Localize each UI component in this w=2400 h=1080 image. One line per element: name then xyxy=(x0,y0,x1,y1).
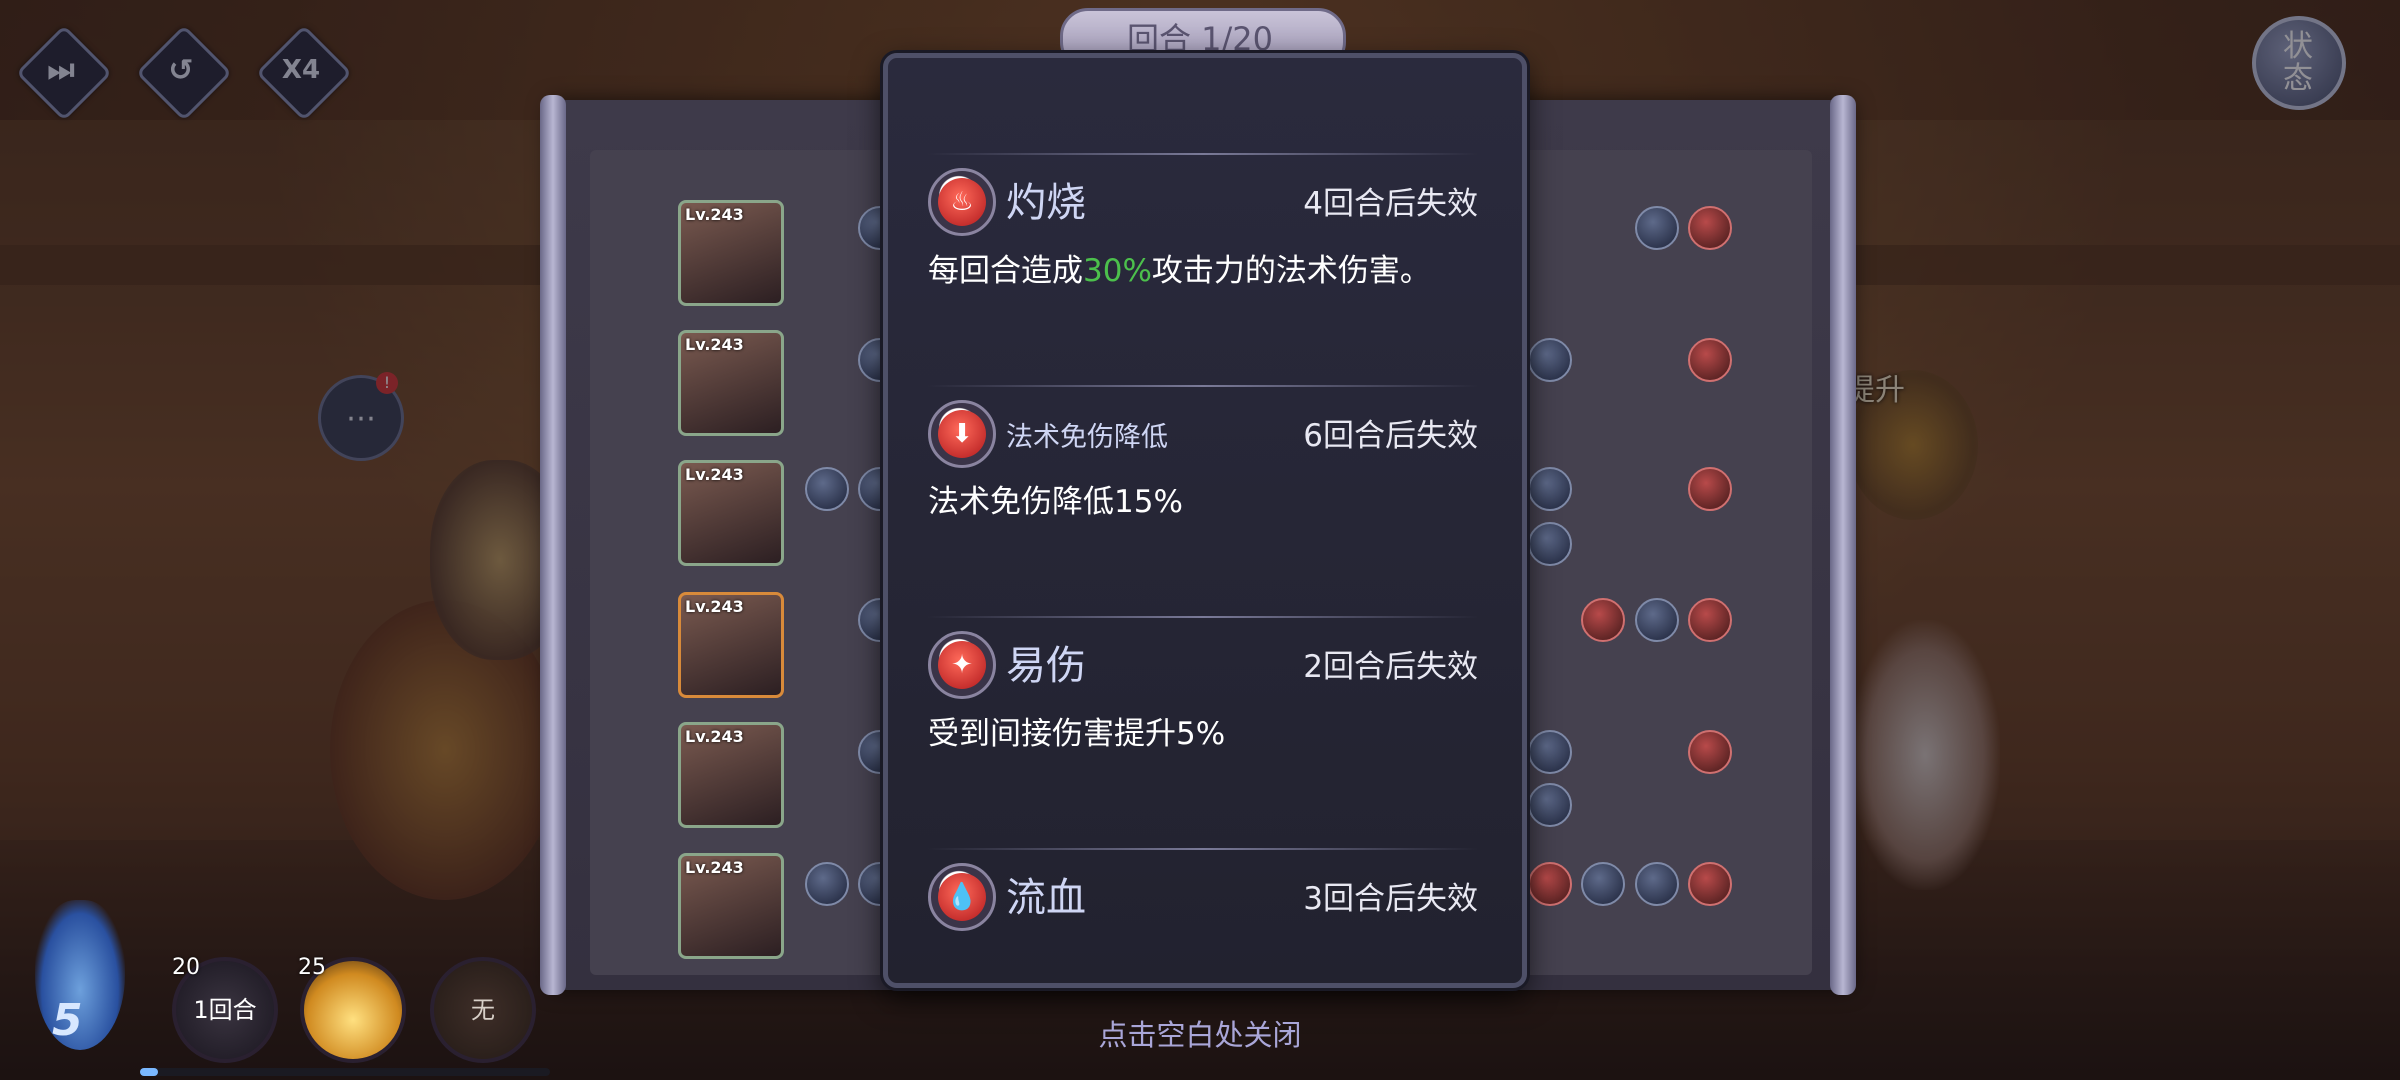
buff-name: 法术免伤降低 xyxy=(1006,422,1168,453)
status-effect-icon[interactable] xyxy=(1688,862,1732,906)
buff-duration: 4回合后失效 xyxy=(1303,186,1478,222)
status-effect-icon[interactable] xyxy=(1528,862,1572,906)
buff-description: 法术免伤降低15% xyxy=(928,484,1183,520)
scroll-rod-right xyxy=(1830,95,1856,995)
hero-portrait-5[interactable]: Lv.243 xyxy=(678,722,784,828)
status-effect-icon[interactable] xyxy=(1635,598,1679,642)
status-effect-icon[interactable] xyxy=(1635,862,1679,906)
buff-duration: 6回合后失效 xyxy=(1303,418,1478,454)
status-effect-icon[interactable] xyxy=(1528,783,1572,827)
hero-portrait-6[interactable]: Lv.243 xyxy=(678,853,784,959)
hero-level: Lv.243 xyxy=(685,465,744,484)
energy-bar-fill xyxy=(140,1068,158,1076)
status-effect-icon[interactable] xyxy=(1528,522,1572,566)
status-effect-icon[interactable] xyxy=(1688,338,1732,382)
scroll-rod-left xyxy=(540,95,566,995)
status-effect-icon[interactable] xyxy=(1528,730,1572,774)
buff-name: 易伤 xyxy=(1006,643,1086,689)
status-effect-icon[interactable] xyxy=(1528,338,1572,382)
buff-duration: 3回合后失效 xyxy=(1303,881,1478,917)
hero-portrait-3[interactable]: Lv.243 xyxy=(678,460,784,566)
divider xyxy=(928,153,1478,155)
status-effect-icon[interactable] xyxy=(805,467,849,511)
buff-name: 流血 xyxy=(1006,875,1086,921)
hero-level: Lv.243 xyxy=(685,335,744,354)
bleed-icon: 💧 xyxy=(928,863,996,931)
status-effect-icon[interactable] xyxy=(1688,206,1732,250)
hero-level: Lv.243 xyxy=(685,597,744,616)
buff-description: 每回合造成30%攻击力的法术伤害。 xyxy=(928,253,1431,289)
buff-description: 受到间接伤害提升5% xyxy=(928,716,1226,752)
status-effect-icon[interactable] xyxy=(1581,598,1625,642)
burn-icon: ♨ xyxy=(928,168,996,236)
close-hint[interactable]: 点击空白处关闭 xyxy=(1085,1012,1315,1054)
buff-detail-popup[interactable]: ♨ 灼烧 4回合后失效 每回合造成30%攻击力的法术伤害。 ⬇ 法术免伤降低 6… xyxy=(883,53,1527,988)
hero-portrait-2[interactable]: Lv.243 xyxy=(678,330,784,436)
status-effect-icon[interactable] xyxy=(1688,467,1732,511)
energy-bar xyxy=(140,1068,550,1076)
status-effect-icon[interactable] xyxy=(805,862,849,906)
skill-label-3: 无 xyxy=(471,996,495,1024)
divider xyxy=(928,616,1478,618)
skill-cost-1: 20 xyxy=(172,955,200,980)
spirit-fire-count: 5 xyxy=(52,995,83,1046)
status-effect-icon[interactable] xyxy=(1581,862,1625,906)
buff-duration: 2回合后失效 xyxy=(1303,649,1478,685)
status-effect-icon[interactable] xyxy=(1688,730,1732,774)
hero-portrait-4[interactable]: Lv.243 xyxy=(678,592,784,698)
hero-level: Lv.243 xyxy=(685,205,744,224)
divider xyxy=(928,848,1478,850)
magic-defense-down-icon: ⬇ xyxy=(928,400,996,468)
skill-label-1: 1回合 xyxy=(193,996,257,1024)
status-effect-icon[interactable] xyxy=(1688,598,1732,642)
status-effect-icon[interactable] xyxy=(1635,206,1679,250)
divider xyxy=(928,385,1478,387)
vulnerable-icon: ✦ xyxy=(928,631,996,699)
highlight-value: 30% xyxy=(1083,253,1152,289)
hero-portrait-1[interactable]: Lv.243 xyxy=(678,200,784,306)
buff-name: 灼烧 xyxy=(1006,180,1086,226)
hero-level: Lv.243 xyxy=(685,727,744,746)
hero-level: Lv.243 xyxy=(685,858,744,877)
skill-cost-2: 25 xyxy=(298,955,326,980)
status-effect-icon[interactable] xyxy=(1528,467,1572,511)
